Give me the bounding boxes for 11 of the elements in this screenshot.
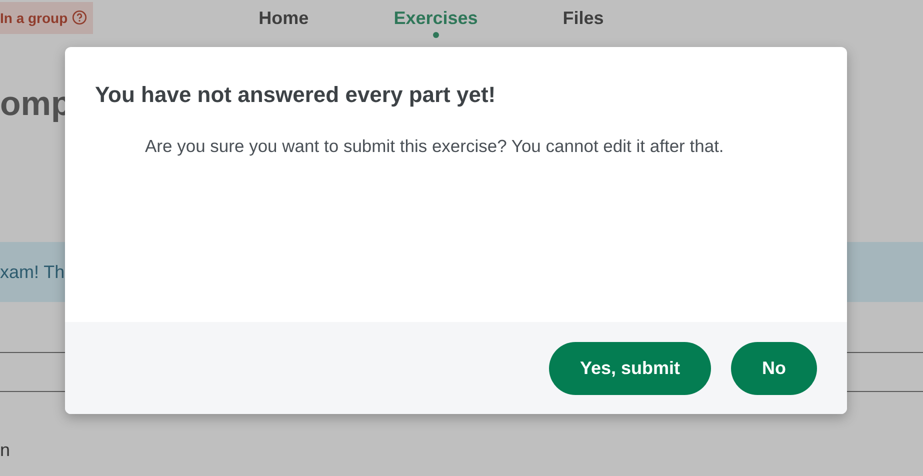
banner-text: xam! Th (0, 262, 65, 282)
dialog-message: Are you sure you want to submit this exercise? You cannot edit it after that. (145, 136, 725, 157)
nav-tab[interactable]: Home (258, 0, 309, 38)
page-text: n (0, 440, 10, 461)
nav-tab[interactable]: Exercises (394, 0, 478, 38)
dialog-title: You have not answered every part yet! (95, 82, 497, 108)
dialog-button[interactable]: Yes, submit (548, 342, 711, 394)
dialog-button[interactable]: No (731, 342, 817, 394)
help-icon (72, 10, 87, 25)
group-badge[interactable]: In a group (0, 2, 93, 34)
nav-tab[interactable]: Files (562, 0, 604, 38)
